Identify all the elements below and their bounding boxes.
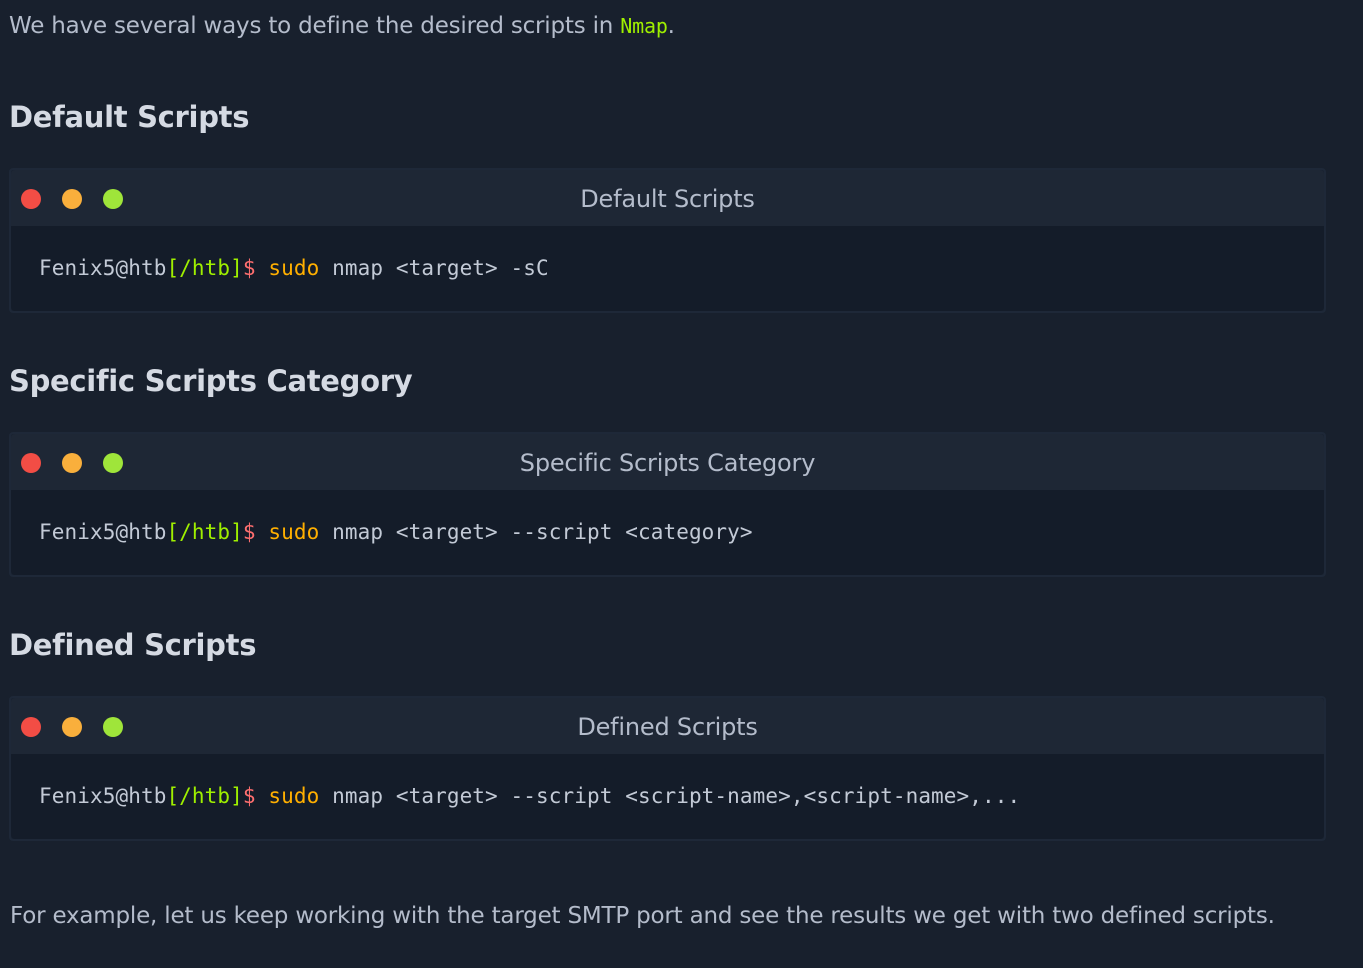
terminal-title: Defined Scripts <box>577 713 758 741</box>
terminal-title: Specific Scripts Category <box>519 449 816 477</box>
command-keyword: sudo <box>268 256 320 280</box>
heading-defined-scripts: Defined Scripts <box>9 628 257 662</box>
page-content: We have several ways to define the desir… <box>0 0 1363 968</box>
terminal-command[interactable]: Fenix5@htb[/htb]$ sudo nmap <target> -sC <box>39 254 549 282</box>
intro-end: . <box>667 13 675 39</box>
terminal-specific-scripts-category: Specific Scripts Category Fenix5@htb[/ht… <box>9 432 1326 577</box>
command-keyword: sudo <box>268 520 320 544</box>
intro-paragraph: We have several ways to define the desir… <box>9 10 675 42</box>
heading-default-scripts: Default Scripts <box>9 100 250 134</box>
intro-text: We have several ways to define the desir… <box>9 13 621 39</box>
heading-specific-scripts-category: Specific Scripts Category <box>9 364 413 398</box>
prompt-symbol: $ <box>242 784 256 808</box>
terminal-default-scripts: Default Scripts Fenix5@htb[/htb]$ sudo n… <box>9 168 1326 313</box>
terminal-body[interactable]: Fenix5@htb[/htb]$ sudo nmap <target> --s… <box>11 490 1324 575</box>
command-rest: nmap <target> --script <category> <box>319 520 753 544</box>
prompt-path: [/htb] <box>166 520 243 544</box>
terminal-command[interactable]: Fenix5@htb[/htb]$ sudo nmap <target> --s… <box>39 782 1020 810</box>
terminal-defined-scripts: Defined Scripts Fenix5@htb[/htb]$ sudo n… <box>9 696 1326 841</box>
terminal-header: Defined Scripts <box>11 698 1324 754</box>
command-rest: nmap <target> --script <script-name>,<sc… <box>319 784 1021 808</box>
prompt-path: [/htb] <box>166 784 243 808</box>
command-keyword: sudo <box>268 784 320 808</box>
terminal-command[interactable]: Fenix5@htb[/htb]$ sudo nmap <target> --s… <box>39 518 753 546</box>
intro-code: Nmap <box>620 14 668 38</box>
terminal-header: Specific Scripts Category <box>11 434 1324 490</box>
terminal-body[interactable]: Fenix5@htb[/htb]$ sudo nmap <target> -sC <box>11 226 1324 311</box>
prompt-user: Fenix5@htb <box>39 256 167 280</box>
prompt-user: Fenix5@htb <box>39 784 167 808</box>
prompt-path: [/htb] <box>166 256 243 280</box>
terminal-body[interactable]: Fenix5@htb[/htb]$ sudo nmap <target> --s… <box>11 754 1324 839</box>
prompt-symbol: $ <box>242 256 256 280</box>
command-rest: nmap <target> -sC <box>319 256 549 280</box>
footer-paragraph: For example, let us keep working with th… <box>10 903 1275 929</box>
prompt-user: Fenix5@htb <box>39 520 167 544</box>
prompt-symbol: $ <box>242 520 256 544</box>
terminal-header: Default Scripts <box>11 170 1324 226</box>
terminal-title: Default Scripts <box>580 185 755 213</box>
